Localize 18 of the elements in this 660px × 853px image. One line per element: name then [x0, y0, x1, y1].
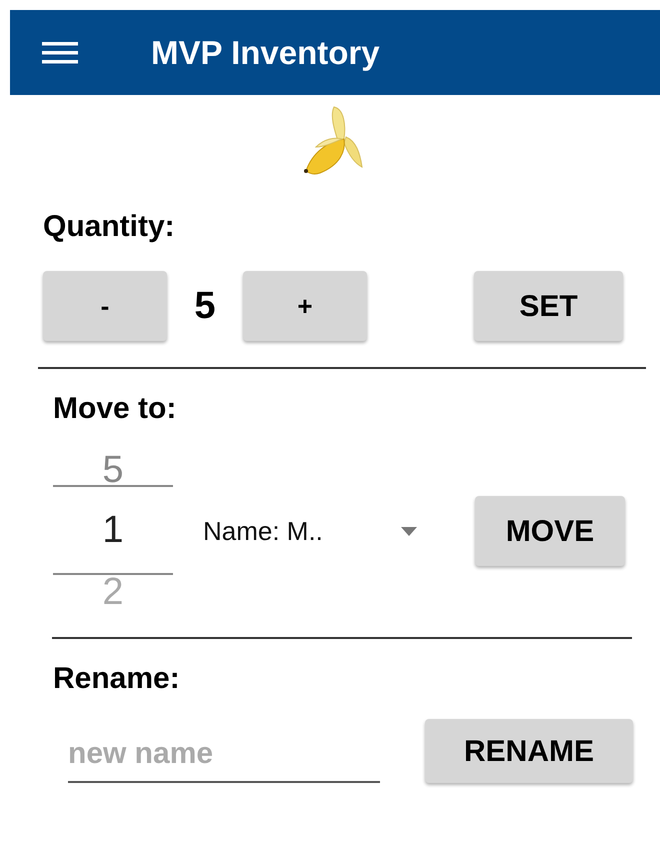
picker-option: 2 — [102, 569, 124, 615]
picker-option: 5 — [102, 447, 124, 493]
picker-value: 1 — [102, 508, 124, 553]
quantity-value: 5 — [193, 284, 217, 328]
section-heading: Quantity: — [43, 209, 175, 245]
set-button[interactable]: SET — [474, 271, 623, 341]
caret-icon — [401, 526, 417, 536]
name-field[interactable]: new name — [68, 727, 380, 783]
menu-icon[interactable] — [42, 40, 78, 64]
move-button[interactable]: MOVE — [475, 496, 625, 566]
rename-button[interactable]: RENAME — [425, 719, 633, 783]
section-heading: Move to: — [53, 391, 176, 427]
app-title: MVP Inventory — [151, 32, 380, 73]
increment-button[interactable]: + — [243, 271, 367, 341]
number-picker[interactable]: 5 1 2 — [53, 447, 173, 615]
decrement-button[interactable]: - — [43, 271, 167, 341]
dropdown[interactable]: Name: M.. — [203, 512, 423, 550]
section-heading: Rename: — [53, 661, 180, 697]
